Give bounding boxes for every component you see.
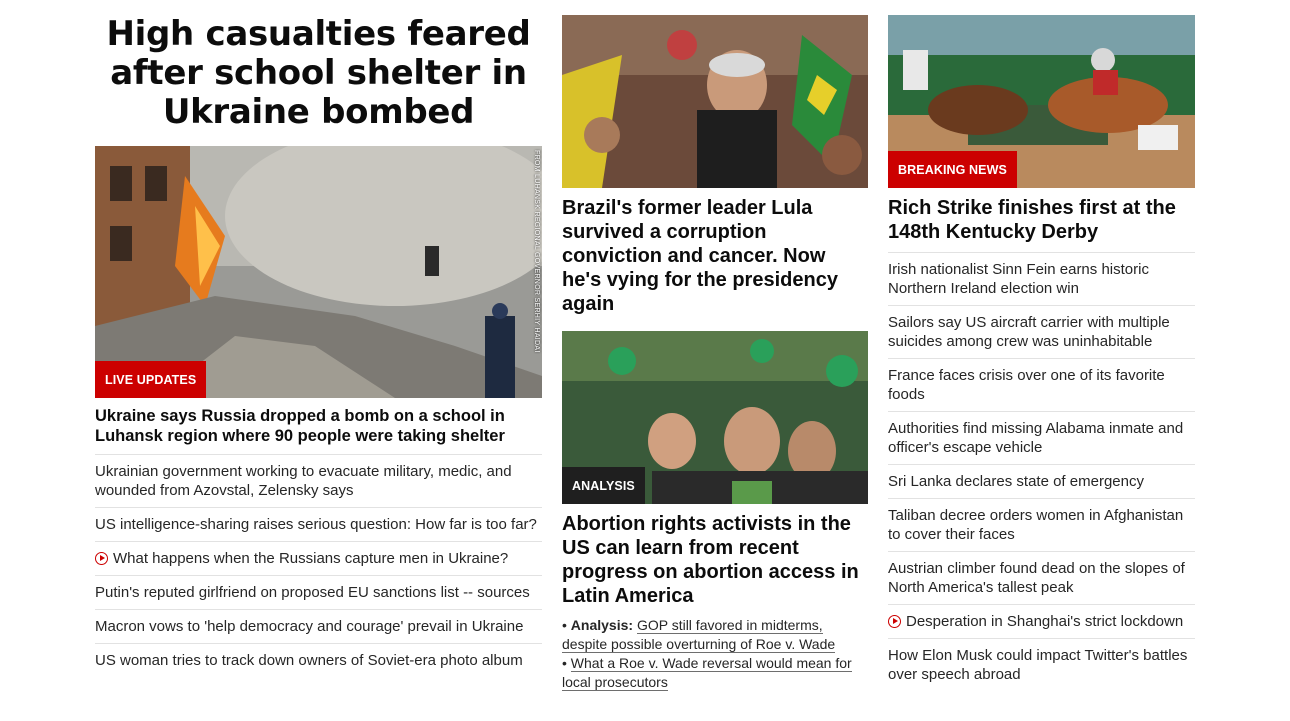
top-story-column: High casualties feared after school shel… bbox=[95, 0, 542, 677]
list-item[interactable]: Taliban decree orders women in Afghanist… bbox=[888, 499, 1195, 552]
video-play-icon bbox=[888, 615, 901, 628]
list-item[interactable]: How Elon Musk could impact Twitter's bat… bbox=[888, 639, 1195, 691]
list-item[interactable]: What happens when the Russians capture m… bbox=[95, 542, 542, 576]
related-link[interactable]: • Analysis: GOP still favored in midterm… bbox=[562, 616, 868, 654]
video-play-icon bbox=[95, 552, 108, 565]
list-item[interactable]: Sri Lanka declares state of emergency bbox=[888, 465, 1195, 499]
banner-headline[interactable]: High casualties feared after school shel… bbox=[95, 15, 542, 132]
breaking-news-badge[interactable]: BREAKING NEWS bbox=[888, 151, 1017, 188]
list-item[interactable]: Desperation in Shanghai's strict lockdow… bbox=[888, 605, 1195, 639]
list-item[interactable]: France faces crisis over one of its favo… bbox=[888, 359, 1195, 412]
hero-image[interactable]: FROM LUHANSK REGIONAL GOVERNOR SERHIY HA… bbox=[95, 146, 542, 398]
list-item[interactable]: US woman tries to track down owners of S… bbox=[95, 644, 542, 677]
lula-image[interactable] bbox=[562, 15, 868, 188]
lead-headline[interactable]: Ukraine says Russia dropped a bomb on a … bbox=[95, 406, 542, 455]
list-item[interactable]: US intelligence-sharing raises serious q… bbox=[95, 508, 542, 542]
right-column: BREAKING NEWS Rich Strike finishes first… bbox=[888, 0, 1195, 691]
list-item[interactable]: Austrian climber found dead on the slope… bbox=[888, 552, 1195, 605]
col3-link-list: Irish nationalist Sinn Fein earns histor… bbox=[888, 253, 1195, 691]
abortion-headline[interactable]: Abortion rights activists in the US can … bbox=[562, 512, 868, 608]
related-link[interactable]: • What a Roe v. Wade reversal would mean… bbox=[562, 654, 868, 692]
photo-credit: FROM LUHANSK REGIONAL GOVERNOR SERHIY HA… bbox=[533, 150, 540, 353]
list-item[interactable]: Authorities find missing Alabama inmate … bbox=[888, 412, 1195, 465]
derby-headline[interactable]: Rich Strike finishes first at the 148th … bbox=[888, 196, 1195, 253]
list-item[interactable]: Sailors say US aircraft carrier with mul… bbox=[888, 306, 1195, 359]
list-item[interactable]: Putin's reputed girlfriend on proposed E… bbox=[95, 576, 542, 610]
related-links: • Analysis: GOP still favored in midterm… bbox=[562, 616, 868, 692]
lula-headline[interactable]: Brazil's former leader Lula survived a c… bbox=[562, 196, 868, 316]
middle-column: Brazil's former leader Lula survived a c… bbox=[562, 0, 868, 692]
list-item[interactable]: Irish nationalist Sinn Fein earns histor… bbox=[888, 253, 1195, 306]
list-item[interactable]: Ukrainian government working to evacuate… bbox=[95, 455, 542, 508]
kentucky-derby-image[interactable]: BREAKING NEWS bbox=[888, 15, 1195, 188]
analysis-badge[interactable]: ANALYSIS bbox=[562, 467, 645, 504]
col1-link-list: Ukrainian government working to evacuate… bbox=[95, 455, 542, 677]
abortion-rights-image[interactable]: ANALYSIS bbox=[562, 331, 868, 504]
list-item[interactable]: Macron vows to 'help democracy and coura… bbox=[95, 610, 542, 644]
live-updates-badge[interactable]: LIVE UPDATES bbox=[95, 361, 207, 398]
